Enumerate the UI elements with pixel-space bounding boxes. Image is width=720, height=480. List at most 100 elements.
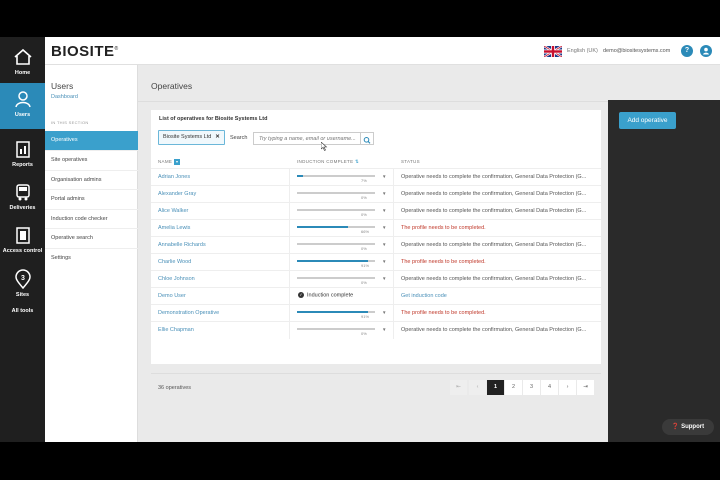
search-input[interactable] xyxy=(253,132,361,145)
column-divider xyxy=(393,186,394,203)
report-icon xyxy=(15,141,30,158)
chevron-down-icon[interactable]: ▼ xyxy=(382,208,386,213)
column-divider xyxy=(393,169,394,186)
operative-name-link[interactable]: Annabelle Richards xyxy=(158,242,206,248)
progress-percent: 0% xyxy=(361,331,367,336)
nav-users[interactable]: Users xyxy=(0,83,45,129)
operative-name-link[interactable]: Charlie Wood xyxy=(158,259,191,265)
page-button-4[interactable]: 4 xyxy=(541,380,558,395)
sidebar-item-site-operatives[interactable]: Site operatives xyxy=(45,151,138,171)
table-row[interactable]: Ellie Chapman 0% ▼ Operative needs to compl… xyxy=(151,321,601,339)
sidebar-item-portal-admins[interactable]: Portal admins xyxy=(45,190,138,210)
progress-percent: 0% xyxy=(361,246,367,251)
section-title: Users xyxy=(51,81,74,91)
help-button[interactable]: ? xyxy=(681,45,693,57)
nav-all-tools[interactable]: All tools xyxy=(0,308,45,322)
operative-name-link[interactable]: Demo User xyxy=(158,293,186,299)
nav-access-control[interactable]: Access control xyxy=(0,219,45,261)
column-divider xyxy=(289,186,290,203)
nav-home[interactable]: Home xyxy=(0,41,45,83)
brand-logo[interactable]: BIOSITE® xyxy=(51,43,119,60)
user-email[interactable]: demo@biositesystems.com xyxy=(603,48,670,54)
induction-progress-bar xyxy=(297,260,375,262)
table-row[interactable]: Annabelle Richards 0% ▼ Operative needs to … xyxy=(151,236,601,254)
get-induction-code-link[interactable]: Get induction code xyxy=(401,293,596,299)
sidebar-item-operatives[interactable]: Operatives xyxy=(45,131,138,151)
organisation-filter-chip[interactable]: Biosite Systems Ltd ✕ xyxy=(158,130,225,145)
operative-name-link[interactable]: Alice Walker xyxy=(158,208,188,214)
nav-sites[interactable]: 3 Sites xyxy=(0,263,45,305)
page-button-3[interactable]: 3 xyxy=(523,380,540,395)
support-button[interactable]: ❓ Support xyxy=(662,419,714,435)
sidebar-item-settings[interactable]: Settings xyxy=(45,249,138,269)
chevron-down-icon[interactable]: ▼ xyxy=(382,225,386,230)
table-row[interactable]: Chloe Johnson 0% ▼ Operative needs to compl… xyxy=(151,270,601,288)
chevron-down-icon[interactable]: ▼ xyxy=(382,242,386,247)
nav-home-label: Home xyxy=(14,70,31,76)
last-page-button[interactable]: ⇥ xyxy=(577,380,594,395)
table-row[interactable]: Alexander Gray 0% ▼ Operative needs to comp… xyxy=(151,185,601,203)
status-text: Operative needs to complete the confirma… xyxy=(401,276,587,282)
table-row[interactable]: Alice Walker 0% ▼ Operative needs to comple… xyxy=(151,202,601,220)
column-header-induction[interactable]: INDUCTION COMPLETE ⇅ xyxy=(297,159,359,165)
status-text: Operative needs to complete the confirma… xyxy=(401,174,587,180)
map-pin-icon: 3 xyxy=(14,269,31,289)
column-divider xyxy=(393,271,394,288)
sidebar-item-organisation-admins[interactable]: Organisation admins xyxy=(45,171,138,190)
column-divider xyxy=(289,237,290,254)
chevron-down-icon[interactable]: ▼ xyxy=(382,174,386,179)
sidebar-item-operative-search[interactable]: Operative search xyxy=(45,229,138,249)
sort-icon[interactable]: ▾ xyxy=(174,159,181,165)
chevron-down-icon[interactable]: ▼ xyxy=(382,191,386,196)
table-row[interactable]: Charlie Wood 91% ▼ The profile needs to be … xyxy=(151,253,601,271)
induction-progress-bar xyxy=(297,209,375,211)
chevron-down-icon[interactable]: ▼ xyxy=(382,310,386,315)
first-page-button[interactable]: ⇤ xyxy=(450,380,467,395)
table-row[interactable]: Adrian Jones 7% ▼ Operative needs to comple… xyxy=(151,168,601,186)
check-circle-icon: ✓ xyxy=(298,292,304,298)
language-selector[interactable]: English (UK) xyxy=(567,48,598,54)
operative-name-link[interactable]: Adrian Jones xyxy=(158,174,190,180)
chevron-down-icon[interactable]: ▼ xyxy=(382,259,386,264)
operative-name-link[interactable]: Amelia Lewis xyxy=(158,225,190,231)
breadcrumb-dashboard[interactable]: Dashboard xyxy=(51,94,78,100)
next-page-button[interactable]: › xyxy=(559,380,576,395)
main-nav-rail: Home Users Reports Deliveries Access con… xyxy=(0,37,45,442)
mouse-cursor-icon xyxy=(321,142,328,151)
progress-percent: 0% xyxy=(361,212,367,217)
column-header-name[interactable]: NAME ▾ xyxy=(158,159,181,165)
close-icon[interactable]: ✕ xyxy=(215,134,220,140)
operative-name-link[interactable]: Alexander Gray xyxy=(158,191,196,197)
add-operative-button[interactable]: Add operative xyxy=(619,112,676,129)
column-divider xyxy=(393,203,394,220)
column-divider xyxy=(393,288,394,305)
account-button[interactable] xyxy=(700,45,712,57)
sort-toggle-icon[interactable]: ⇅ xyxy=(355,159,359,164)
chevron-down-icon[interactable]: ▼ xyxy=(382,327,386,332)
column-divider xyxy=(393,322,394,339)
uk-flag-icon[interactable] xyxy=(544,46,562,57)
progress-percent: 66% xyxy=(361,229,370,234)
progress-percent: 0% xyxy=(361,280,367,285)
page-button-1[interactable]: 1 xyxy=(487,380,504,395)
table-row[interactable]: Demo User ✓ Induction complete Get inductio… xyxy=(151,287,601,305)
table-row[interactable]: Demonstration Operative 91% ▼ The profile n… xyxy=(151,304,601,322)
filter-chip-label: Biosite Systems Ltd xyxy=(163,134,212,140)
search-icon xyxy=(363,137,371,144)
prev-page-button[interactable]: ‹ xyxy=(469,380,486,395)
table-row[interactable]: Amelia Lewis 66% ▼ The profile needs to be … xyxy=(151,219,601,237)
page-button-2[interactable]: 2 xyxy=(505,380,522,395)
section-sidebar: Users Dashboard IN THIS SECTION Operativ… xyxy=(45,65,138,442)
operative-name-link[interactable]: Demonstration Operative xyxy=(158,310,219,316)
nav-reports[interactable]: Reports xyxy=(0,133,45,175)
nav-deliveries[interactable]: Deliveries xyxy=(0,176,45,218)
app-frame: Home Users Reports Deliveries Access con… xyxy=(0,37,720,442)
chevron-down-icon[interactable]: ▼ xyxy=(382,276,386,281)
operative-name-link[interactable]: Ellie Chapman xyxy=(158,327,194,333)
induction-progress-bar xyxy=(297,226,375,228)
column-divider xyxy=(289,220,290,237)
sidebar-item-induction-code-checker[interactable]: Induction code checker xyxy=(45,210,138,229)
actions-panel: Add operative xyxy=(608,100,720,442)
search-button[interactable] xyxy=(360,132,374,145)
operative-name-link[interactable]: Chloe Johnson xyxy=(158,276,195,282)
